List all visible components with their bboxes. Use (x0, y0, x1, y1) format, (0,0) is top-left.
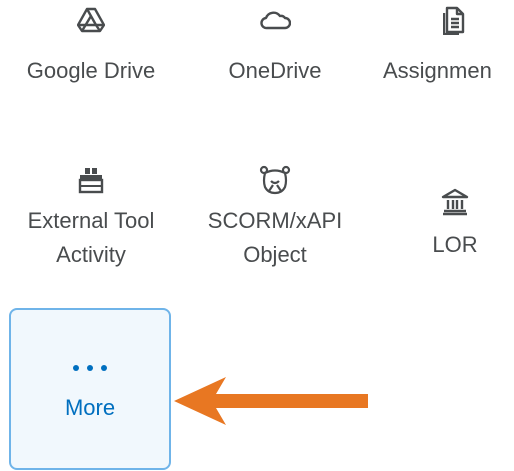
scorm-xapi-object-tile[interactable]: SCORM/xAPI Object (190, 160, 360, 272)
onedrive-label: OneDrive (228, 58, 322, 83)
lor-label: LOR (432, 232, 478, 257)
lor-tile[interactable]: LOR (370, 160, 514, 262)
ellipsis-icon (73, 365, 107, 371)
external-tool-activity-label: External Tool Activity (27, 208, 155, 267)
google-drive-tile[interactable]: Google Drive (6, 0, 176, 88)
more-button[interactable]: More (9, 308, 171, 470)
assignment-label: Assignmen (383, 58, 492, 83)
assignment-icon (435, 0, 475, 40)
scorm-xapi-object-label: SCORM/xAPI Object (207, 208, 343, 267)
scorm-icon (255, 160, 295, 200)
more-label: More (64, 395, 116, 420)
external-tool-icon (71, 160, 111, 200)
assignment-tile[interactable]: Assignmen (370, 0, 514, 88)
google-drive-label: Google Drive (26, 58, 156, 83)
google-drive-icon (71, 0, 111, 40)
cloud-icon (255, 0, 295, 40)
activity-picker: Google Drive OneDrive Assignmen External… (0, 0, 514, 471)
onedrive-tile[interactable]: OneDrive (190, 0, 360, 88)
external-tool-activity-tile[interactable]: External Tool Activity (6, 160, 176, 272)
institution-icon (435, 182, 475, 222)
arrow-left-icon (174, 377, 368, 425)
